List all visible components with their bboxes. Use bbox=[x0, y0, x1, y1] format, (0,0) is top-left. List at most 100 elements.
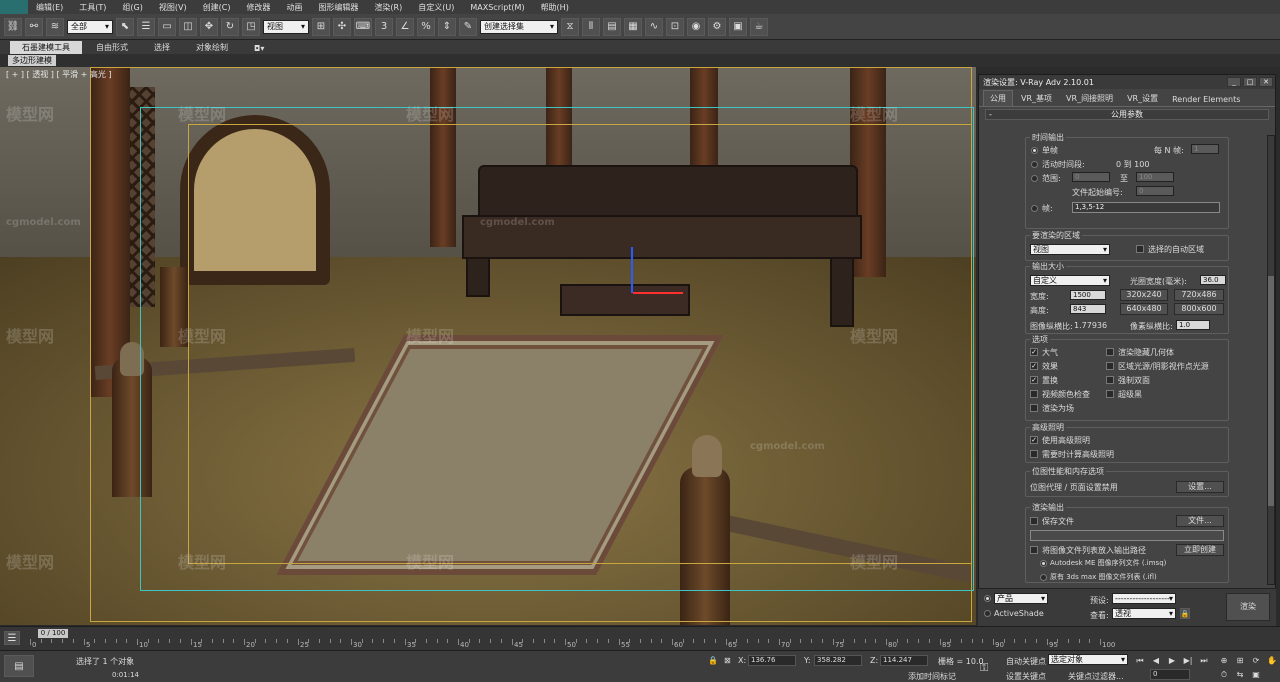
render-button[interactable]: 渲染 bbox=[1226, 593, 1270, 621]
menu-rendering[interactable]: 渲染(R) bbox=[366, 2, 410, 13]
frames-input[interactable]: 1,3,5-12 bbox=[1072, 202, 1220, 213]
select-manipulate-icon[interactable]: ✣ bbox=[333, 17, 351, 36]
scale-icon[interactable]: ◳ bbox=[242, 17, 260, 36]
edit-named-selection-icon[interactable]: ✎ bbox=[459, 17, 477, 36]
rendered-frame-window-icon[interactable]: ▣ bbox=[729, 17, 747, 36]
x-coord-field[interactable]: 136.76 bbox=[748, 655, 796, 666]
create-now-button[interactable]: 立即创建 bbox=[1176, 544, 1224, 556]
zoom-extents-icon[interactable]: ⊕ bbox=[1218, 655, 1230, 666]
tab-graphite-modeling[interactable]: 石墨建模工具 bbox=[10, 41, 82, 54]
displacement-checkbox[interactable]: ✓ bbox=[1030, 376, 1038, 384]
width-spinner[interactable]: 1500 bbox=[1070, 290, 1106, 300]
time-slider[interactable]: 0 / 100 bbox=[38, 629, 68, 638]
polygon-modeling-button[interactable]: 多边形建模 bbox=[8, 55, 56, 66]
menu-graph-editors[interactable]: 图形编辑器 bbox=[310, 2, 366, 13]
scrollbar-thumb[interactable] bbox=[1268, 276, 1274, 506]
preset-720x486-button[interactable]: 720x486 bbox=[1174, 289, 1224, 301]
mirror-icon[interactable]: ⧖ bbox=[561, 17, 579, 36]
output-path-field[interactable] bbox=[1030, 530, 1224, 541]
render-area-select[interactable]: 视图 bbox=[1030, 244, 1110, 255]
range-to-spinner[interactable]: 100 bbox=[1136, 172, 1174, 182]
bind-space-warp-icon[interactable]: ≋ bbox=[46, 17, 64, 36]
curve-editor-icon[interactable]: ∿ bbox=[645, 17, 663, 36]
tab-vray-base[interactable]: VR_基项 bbox=[1015, 91, 1058, 106]
pivot-center-icon[interactable]: ⊞ bbox=[312, 17, 330, 36]
render-to-fields-checkbox[interactable] bbox=[1030, 404, 1038, 412]
menu-maxscript[interactable]: MAXScript(M) bbox=[462, 3, 532, 12]
video-color-check-checkbox[interactable] bbox=[1030, 390, 1038, 398]
file-start-spinner[interactable]: 0 bbox=[1136, 186, 1174, 196]
bitmap-setup-button[interactable]: 设置... bbox=[1176, 481, 1224, 493]
menu-animation[interactable]: 动画 bbox=[278, 2, 310, 13]
every-n-spinner[interactable]: 1 bbox=[1191, 144, 1219, 154]
graphite-toggle-icon[interactable]: ▦ bbox=[624, 17, 642, 36]
spinner-snap-icon[interactable]: ⇕ bbox=[438, 17, 456, 36]
tab-vray-gi[interactable]: VR_间接照明 bbox=[1060, 91, 1119, 106]
go-to-start-icon[interactable]: ⏮ bbox=[1134, 655, 1146, 666]
window-crossing-icon[interactable]: ◫ bbox=[179, 17, 197, 36]
tab-render-elements[interactable]: Render Elements bbox=[1166, 93, 1246, 106]
aperture-spinner[interactable]: 36.0 bbox=[1200, 275, 1226, 285]
auto-region-checkbox[interactable] bbox=[1136, 245, 1144, 253]
key-icon[interactable]: ⚿ bbox=[980, 661, 988, 675]
menu-tools[interactable]: 工具(T) bbox=[71, 2, 114, 13]
add-time-tag[interactable]: 添加时间标记 bbox=[908, 671, 956, 682]
imsq-radio[interactable] bbox=[1040, 560, 1047, 567]
menu-group[interactable]: 组(G) bbox=[114, 2, 150, 13]
maxscript-listener-icon[interactable]: ▤ bbox=[4, 655, 34, 677]
maximize-icon[interactable]: □ bbox=[1243, 77, 1257, 87]
time-config-icon[interactable]: ⏱ bbox=[1218, 669, 1230, 680]
preset-800x600-button[interactable]: 800x600 bbox=[1174, 303, 1224, 315]
range-radio[interactable] bbox=[1031, 175, 1038, 182]
menu-create[interactable]: 创建(C) bbox=[195, 2, 239, 13]
tab-vray-settings[interactable]: VR_设置 bbox=[1121, 91, 1164, 106]
frames-radio[interactable] bbox=[1031, 205, 1038, 212]
absolute-mode-icon[interactable]: ⊠ bbox=[724, 656, 731, 665]
rect-selection-icon[interactable]: ▭ bbox=[158, 17, 176, 36]
dialog-scrollbar[interactable] bbox=[1267, 135, 1275, 585]
play-icon[interactable]: ▶ bbox=[1166, 655, 1178, 666]
maximize-viewport-icon[interactable]: ▣ bbox=[1250, 669, 1262, 680]
viewport-label[interactable]: [ + ] [ 透视 ] [ 平滑 + 高光 ] bbox=[6, 69, 112, 80]
lock-view-icon[interactable]: 🔒 bbox=[1180, 608, 1190, 619]
area-lights-as-points-checkbox[interactable] bbox=[1106, 362, 1114, 370]
select-by-name-icon[interactable]: ☰ bbox=[137, 17, 155, 36]
active-segment-radio[interactable] bbox=[1031, 161, 1038, 168]
common-params-rollout[interactable]: - 公用参数 bbox=[985, 109, 1269, 120]
keyboard-shortcut-icon[interactable]: ⌨ bbox=[354, 17, 372, 36]
current-frame-field[interactable]: 0 bbox=[1150, 669, 1190, 680]
app-logo-icon[interactable] bbox=[0, 0, 28, 14]
snaps-toggle-icon[interactable]: 3 bbox=[375, 17, 393, 36]
save-file-checkbox[interactable] bbox=[1030, 517, 1038, 525]
walk-through-icon[interactable]: ⇆ bbox=[1234, 669, 1246, 680]
perspective-viewport[interactable]: 模型网 模型网 模型网 模型网 模型网 模型网 模型网 模型网 模型网 模型网 … bbox=[0, 67, 976, 625]
layer-manager-icon[interactable]: ▤ bbox=[603, 17, 621, 36]
z-coord-field[interactable]: 114.247 bbox=[880, 655, 928, 666]
pan-icon[interactable]: ✋ bbox=[1266, 655, 1278, 666]
tab-common[interactable]: 公用 bbox=[983, 90, 1013, 106]
product-radio[interactable] bbox=[984, 595, 991, 602]
compute-advanced-lighting-checkbox[interactable] bbox=[1030, 450, 1038, 458]
height-spinner[interactable]: 843 bbox=[1070, 304, 1106, 314]
rotate-icon[interactable]: ↻ bbox=[221, 17, 239, 36]
menu-edit[interactable]: 编辑(E) bbox=[28, 2, 71, 13]
put-image-list-checkbox[interactable] bbox=[1030, 546, 1038, 554]
view-select[interactable]: 透视 bbox=[1112, 608, 1176, 619]
super-black-checkbox[interactable] bbox=[1106, 390, 1114, 398]
move-icon[interactable]: ✥ bbox=[200, 17, 218, 36]
percent-snap-icon[interactable]: % bbox=[417, 17, 435, 36]
render-production-icon[interactable]: ☕ bbox=[750, 17, 768, 36]
render-setup-icon[interactable]: ⚙ bbox=[708, 17, 726, 36]
next-frame-icon[interactable]: ▶| bbox=[1182, 655, 1194, 666]
menu-help[interactable]: 帮助(H) bbox=[533, 2, 577, 13]
effects-checkbox[interactable]: ✓ bbox=[1030, 362, 1038, 370]
tab-object-paint[interactable]: 对象绘制 bbox=[184, 41, 240, 54]
atmosphere-checkbox[interactable]: ✓ bbox=[1030, 348, 1038, 356]
menu-customize[interactable]: 自定义(U) bbox=[410, 2, 462, 13]
preset-640x480-button[interactable]: 640x480 bbox=[1120, 303, 1168, 315]
preset-select[interactable]: ------------------- bbox=[1112, 593, 1176, 604]
auto-key-label[interactable]: 自动关键点 bbox=[1006, 656, 1046, 667]
product-select[interactable]: 产品 bbox=[994, 593, 1048, 604]
dialog-titlebar[interactable]: 渲染设置: V-Ray Adv 2.10.01 _ □ ✕ bbox=[979, 75, 1275, 89]
key-mode-select[interactable]: 选定对象 bbox=[1048, 654, 1128, 665]
